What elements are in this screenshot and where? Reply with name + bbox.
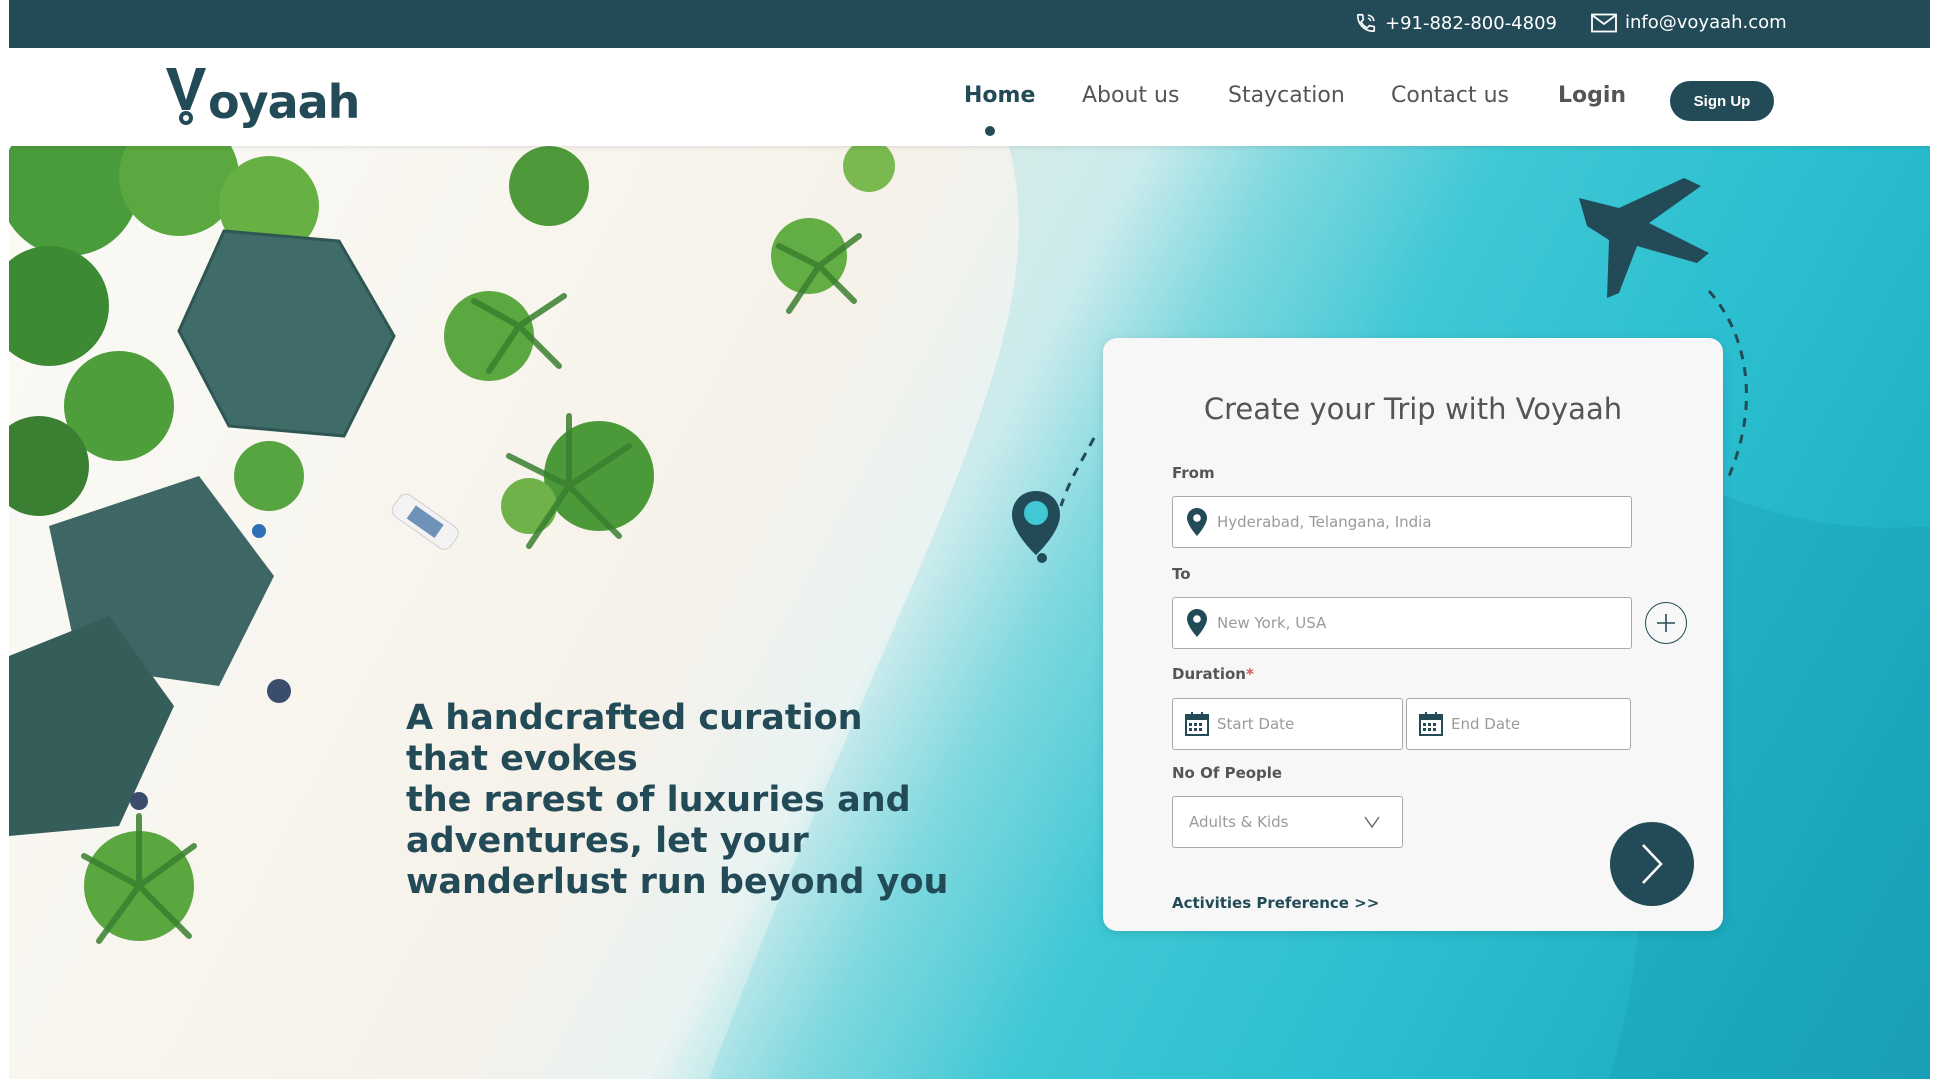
from-placeholder: Hyderabad, Telangana, India xyxy=(1217,513,1432,531)
chevron-right-icon xyxy=(1642,844,1663,884)
signup-button[interactable]: Sign Up xyxy=(1670,81,1774,121)
trip-form-title: Create your Trip with Voyaah xyxy=(1203,392,1623,426)
people-placeholder: Adults & Kids xyxy=(1189,813,1289,831)
nav-home[interactable]: Home xyxy=(964,83,1035,108)
end-date-placeholder: End Date xyxy=(1451,715,1521,733)
contact-phone[interactable]: +91-882-800-4809 xyxy=(1355,12,1557,34)
nav-about-us[interactable]: About us xyxy=(1082,83,1179,108)
phone-icon xyxy=(1356,13,1376,33)
mail-icon xyxy=(1591,13,1617,32)
chevron-down-icon xyxy=(1364,816,1380,828)
people-label: No Of People xyxy=(1172,764,1283,782)
to-input[interactable]: New York, USA xyxy=(1172,597,1632,649)
phone-number[interactable]: +91-882-800-4809 xyxy=(1385,13,1557,34)
activities-preference-link[interactable]: Activities Preference >> xyxy=(1172,894,1379,912)
add-destination-button[interactable] xyxy=(1645,602,1687,644)
hero-headline: A handcrafted curation that evokes the r… xyxy=(406,698,966,903)
headline-line: that evokes xyxy=(406,739,638,779)
location-pin-icon xyxy=(1187,609,1207,637)
duration-label-text: Duration xyxy=(1172,665,1246,683)
nav-contact-us[interactable]: Contact us xyxy=(1391,83,1509,108)
trip-form-card: Create your Trip with Voyaah From Hydera… xyxy=(1103,338,1723,931)
headline-line: wanderlust run beyond you xyxy=(406,862,949,902)
end-date-input[interactable]: End Date xyxy=(1406,698,1631,750)
voyaah-logo[interactable]: oyaah xyxy=(164,66,360,129)
required-mark: * xyxy=(1245,665,1254,683)
page: +91-882-800-4809 info@voyaah.com oyaah H… xyxy=(9,0,1930,1079)
calendar-icon xyxy=(1419,712,1443,736)
to-label: To xyxy=(1172,565,1191,583)
headline-line: the rarest of luxuries and xyxy=(406,780,911,820)
start-date-placeholder: Start Date xyxy=(1217,715,1295,733)
from-input[interactable]: Hyderabad, Telangana, India xyxy=(1172,496,1632,548)
plus-icon xyxy=(1657,614,1675,632)
duration-label: Duration* xyxy=(1172,665,1254,683)
logo-mark-icon xyxy=(166,68,206,125)
to-placeholder: New York, USA xyxy=(1217,614,1327,632)
headline-line: adventures, let your xyxy=(406,821,809,861)
main-nav: oyaah Home About us Staycation Contact u… xyxy=(9,48,1930,146)
from-label: From xyxy=(1172,464,1215,482)
nav-login[interactable]: Login xyxy=(1558,83,1626,108)
email-address[interactable]: info@voyaah.com xyxy=(1625,12,1787,33)
calendar-icon xyxy=(1185,712,1209,736)
submit-trip-button[interactable] xyxy=(1610,822,1694,906)
nav-staycation[interactable]: Staycation xyxy=(1228,83,1345,108)
location-pin-icon xyxy=(1187,508,1207,536)
top-info-bar: +91-882-800-4809 info@voyaah.com xyxy=(9,0,1930,48)
people-select[interactable]: Adults & Kids xyxy=(1172,796,1403,848)
boat xyxy=(391,493,459,550)
start-date-input[interactable]: Start Date xyxy=(1172,698,1403,750)
headline-line: A handcrafted curation xyxy=(406,698,863,738)
logo-wordmark: oyaah xyxy=(208,75,360,129)
contact-email[interactable]: info@voyaah.com xyxy=(1591,12,1787,33)
active-indicator xyxy=(985,126,995,136)
